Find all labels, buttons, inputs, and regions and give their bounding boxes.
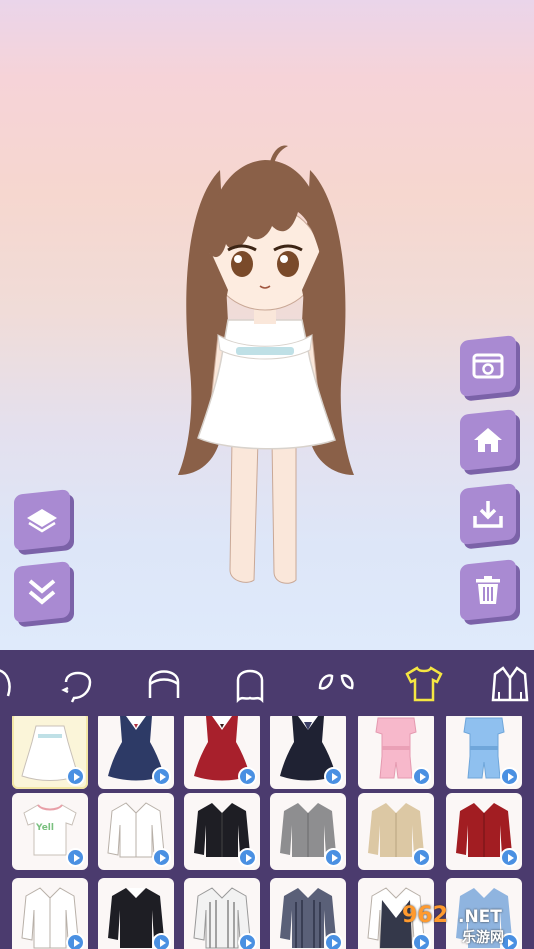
item-black-sailor-dress[interactable] bbox=[270, 716, 346, 789]
tab-body[interactable] bbox=[0, 662, 20, 706]
item-yell-tshirt[interactable]: Yell bbox=[12, 793, 88, 870]
tab-accessory[interactable] bbox=[314, 662, 358, 706]
watermark-domain: .NET bbox=[458, 907, 502, 927]
item-navy-striped-shirt[interactable] bbox=[270, 878, 346, 949]
home-button[interactable] bbox=[460, 409, 516, 471]
layers-icon bbox=[27, 509, 57, 533]
play-ad-icon[interactable] bbox=[66, 767, 85, 786]
download-button[interactable] bbox=[460, 483, 516, 545]
item-blue-romper[interactable] bbox=[446, 716, 522, 789]
double-chevron-down-icon bbox=[28, 579, 56, 605]
play-ad-icon[interactable] bbox=[500, 767, 519, 786]
item-white-shirt[interactable] bbox=[98, 793, 174, 870]
item-red-sailor-dress[interactable] bbox=[184, 716, 260, 789]
hair-front-icon bbox=[148, 670, 180, 698]
play-ad-icon[interactable] bbox=[238, 933, 257, 949]
item-navy-sailor-dress[interactable] bbox=[98, 716, 174, 789]
item-black-blouse[interactable] bbox=[98, 878, 174, 949]
face-icon bbox=[61, 671, 92, 703]
play-ad-icon[interactable] bbox=[324, 848, 343, 867]
play-ad-icon[interactable] bbox=[238, 848, 257, 867]
layers-button[interactable] bbox=[14, 489, 70, 551]
play-ad-icon[interactable] bbox=[66, 848, 85, 867]
item-red-shirt[interactable] bbox=[446, 793, 522, 870]
camera-icon bbox=[472, 353, 504, 379]
play-ad-icon[interactable] bbox=[152, 933, 171, 949]
delete-button[interactable] bbox=[460, 559, 516, 621]
character-avatar bbox=[178, 145, 354, 584]
item-beige-shirt[interactable] bbox=[358, 793, 434, 870]
download-icon bbox=[473, 501, 503, 528]
leaf-accessory-icon bbox=[318, 674, 354, 690]
play-ad-icon[interactable] bbox=[500, 848, 519, 867]
play-ad-icon[interactable] bbox=[66, 933, 85, 949]
tab-hair-back[interactable] bbox=[228, 662, 272, 706]
hair-back-icon bbox=[236, 669, 264, 704]
play-ad-icon[interactable] bbox=[412, 767, 431, 786]
play-ad-icon[interactable] bbox=[238, 767, 257, 786]
item-gray-shirt[interactable] bbox=[270, 793, 346, 870]
tab-hair-front[interactable] bbox=[142, 662, 186, 706]
play-ad-icon[interactable] bbox=[324, 933, 343, 949]
play-ad-icon[interactable] bbox=[152, 848, 171, 867]
tab-tops[interactable] bbox=[402, 662, 446, 706]
tshirt-icon bbox=[405, 666, 443, 702]
tab-outerwear[interactable] bbox=[488, 662, 532, 706]
play-ad-icon[interactable] bbox=[412, 848, 431, 867]
watermark-number: 962 bbox=[402, 903, 448, 928]
item-grid: Yell 962 .NET 乐游网 bbox=[0, 716, 534, 949]
tab-face[interactable] bbox=[56, 662, 100, 706]
item-black-shirt[interactable] bbox=[184, 793, 260, 870]
item-pink-romper[interactable] bbox=[358, 716, 434, 789]
item-striped-shirt[interactable] bbox=[184, 878, 260, 949]
camera-button[interactable] bbox=[460, 335, 516, 397]
trash-icon bbox=[476, 576, 500, 604]
home-icon bbox=[474, 428, 502, 452]
watermark-logo: 962 .NET 乐游网 bbox=[396, 903, 528, 946]
item-white-blouse[interactable] bbox=[12, 878, 88, 949]
play-ad-icon[interactable] bbox=[324, 767, 343, 786]
tshirt-print-text: Yell bbox=[36, 823, 54, 833]
category-toolbar bbox=[0, 650, 534, 716]
character-stage bbox=[0, 0, 534, 650]
collapse-button[interactable] bbox=[14, 561, 70, 623]
watermark-site-name: 乐游网 bbox=[462, 930, 504, 946]
cardigan-icon bbox=[491, 666, 529, 702]
body-icon bbox=[0, 669, 11, 697]
item-white-ruffle-dress[interactable] bbox=[12, 716, 88, 789]
play-ad-icon[interactable] bbox=[152, 767, 171, 786]
